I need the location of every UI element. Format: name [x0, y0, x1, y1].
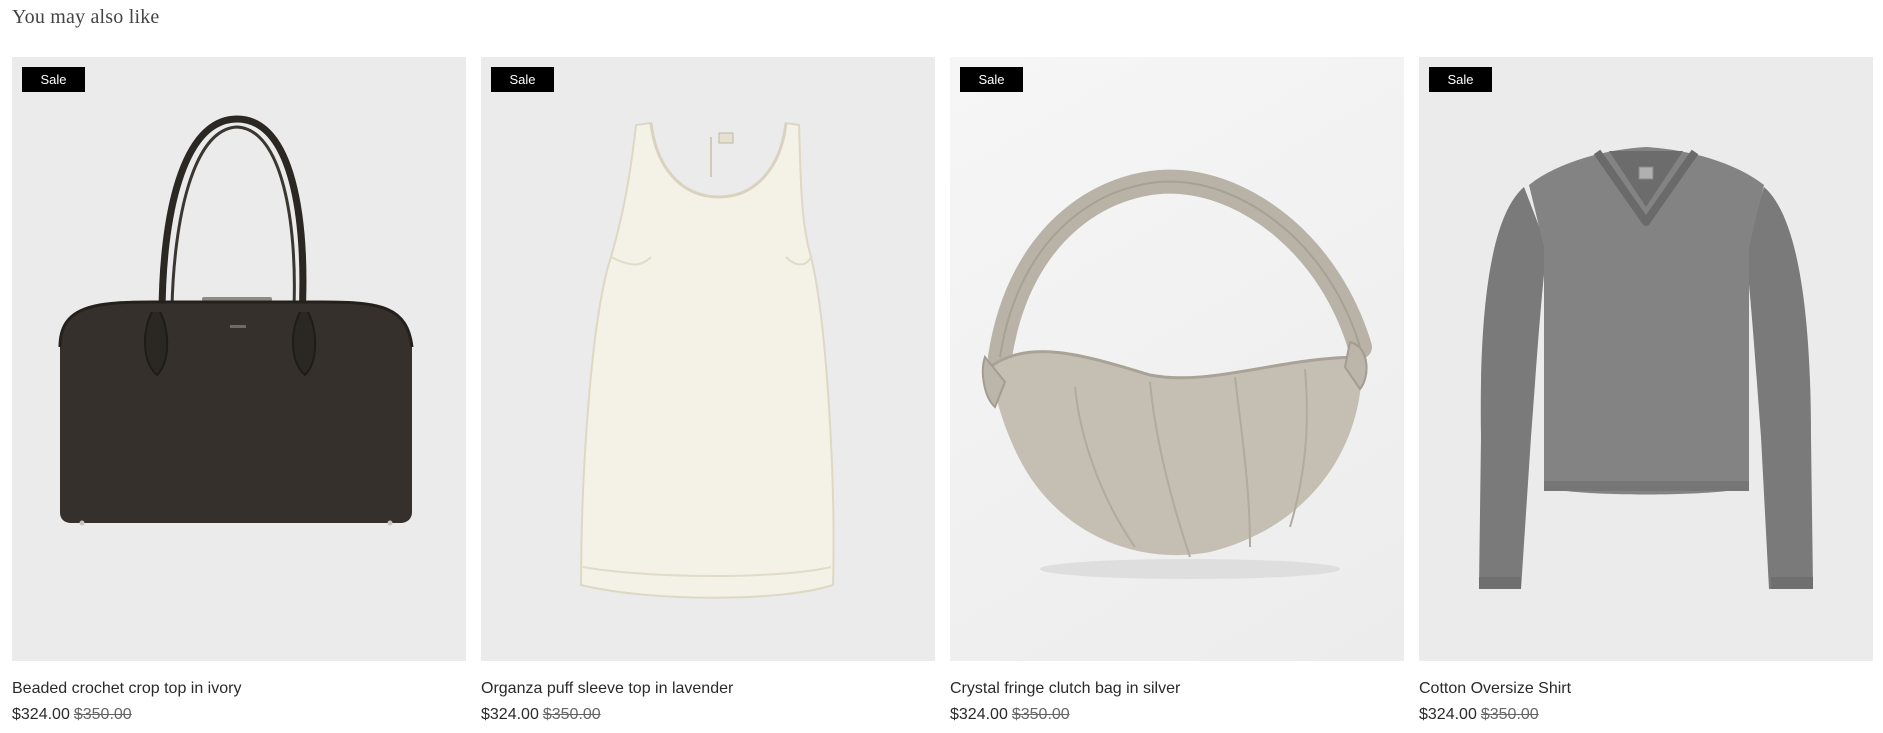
- sale-badge: Sale: [22, 67, 85, 92]
- product-info: Organza puff sleeve top in lavender $324…: [481, 661, 935, 727]
- price-line: $324.00 $350.00: [481, 703, 935, 727]
- compare-at-price: $350.00: [73, 706, 132, 723]
- grey-sweater-image: [1479, 147, 1813, 589]
- product-image[interactable]: Sale: [1419, 57, 1873, 661]
- product-grid: Sale Beaded crochet crop top in ivory $3…: [12, 57, 1873, 727]
- compare-at-price: $350.00: [1480, 706, 1539, 723]
- sale-badge: Sale: [491, 67, 554, 92]
- compare-at-price: $350.00: [542, 706, 601, 723]
- sale-price: $324.00: [1419, 706, 1477, 723]
- product-info: Cotton Oversize Shirt $324.00 $350.00: [1419, 661, 1873, 727]
- leather-tote-bag-image: [58, 115, 414, 526]
- product-name[interactable]: Cotton Oversize Shirt: [1419, 678, 1873, 700]
- sale-price: $324.00: [12, 706, 70, 723]
- product-card[interactable]: Sale Cotton Oversize Shirt $324.00 $350.0…: [1419, 57, 1873, 727]
- product-card[interactable]: Sale Beaded crochet crop top in ivory $3…: [12, 57, 466, 727]
- sale-badge: Sale: [1429, 67, 1492, 92]
- price-line: $324.00 $350.00: [950, 703, 1404, 727]
- product-info: Beaded crochet crop top in ivory $324.00…: [12, 661, 466, 727]
- product-card[interactable]: Sale Crystal fringe clutch bag in silver…: [950, 57, 1404, 727]
- ivory-dress-image: [579, 121, 835, 599]
- price-line: $324.00 $350.00: [12, 703, 466, 727]
- price-line: $324.00 $350.00: [1419, 703, 1873, 727]
- sale-price: $324.00: [481, 706, 539, 723]
- product-image[interactable]: Sale: [12, 57, 466, 661]
- product-image[interactable]: Sale: [481, 57, 935, 661]
- section-title: You may also like: [12, 6, 160, 28]
- sale-price: $324.00: [950, 706, 1008, 723]
- product-name[interactable]: Beaded crochet crop top in ivory: [12, 678, 466, 700]
- product-name[interactable]: Crystal fringe clutch bag in silver: [950, 678, 1404, 700]
- product-card[interactable]: Sale Organza puff sleeve top in lavender…: [481, 57, 935, 727]
- sale-badge: Sale: [960, 67, 1023, 92]
- compare-at-price: $350.00: [1011, 706, 1070, 723]
- product-name[interactable]: Organza puff sleeve top in lavender: [481, 678, 935, 700]
- product-image[interactable]: Sale: [950, 57, 1404, 661]
- product-info: Crystal fringe clutch bag in silver $324…: [950, 661, 1404, 727]
- crescent-shoulder-bag-image: [981, 169, 1372, 579]
